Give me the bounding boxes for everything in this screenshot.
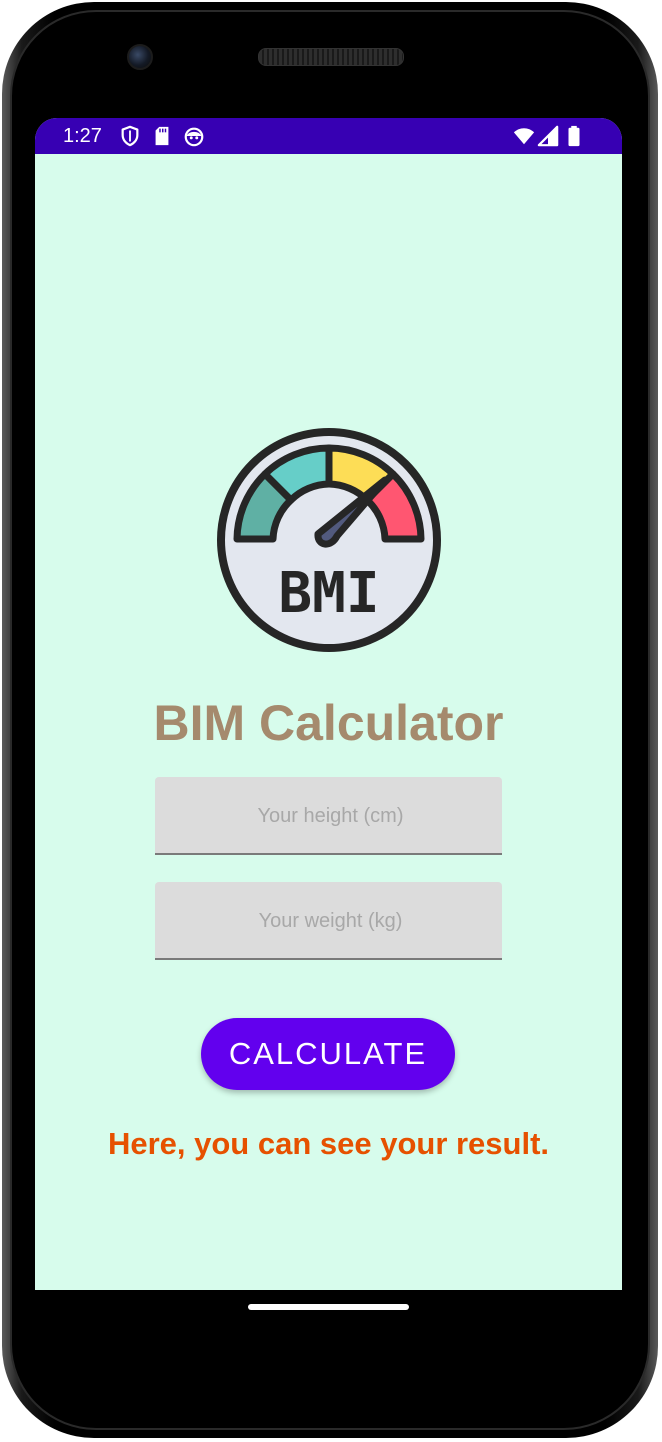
android-face-icon	[184, 127, 204, 147]
app-title: BIM Calculator	[153, 695, 504, 751]
weight-field[interactable]	[155, 882, 506, 960]
result-text: Here, you can see your result.	[107, 1126, 550, 1161]
earpiece-speaker	[258, 48, 404, 66]
home-gesture-bar[interactable]	[248, 1304, 409, 1310]
bmi-gauge-logo: BMI	[217, 428, 441, 652]
wifi-icon	[513, 128, 535, 145]
shield-icon	[121, 125, 139, 147]
calculate-button[interactable]: CALCULATE	[201, 1018, 455, 1090]
sd-card-icon	[155, 126, 169, 146]
status-bar: 1:27	[35, 118, 622, 154]
battery-icon	[568, 125, 580, 147]
height-field[interactable]	[155, 777, 506, 855]
weight-input[interactable]	[155, 882, 506, 960]
status-time: 1:27	[63, 125, 102, 147]
device-screen: 1:27 BMI BIM Calculator Your height (cm)…	[35, 118, 622, 1290]
height-input[interactable]	[155, 777, 506, 855]
front-camera	[127, 44, 153, 70]
signal-icon	[537, 125, 559, 147]
logo-text: BMI	[278, 561, 379, 626]
main-content: BMI BIM Calculator	[35, 154, 622, 1290]
